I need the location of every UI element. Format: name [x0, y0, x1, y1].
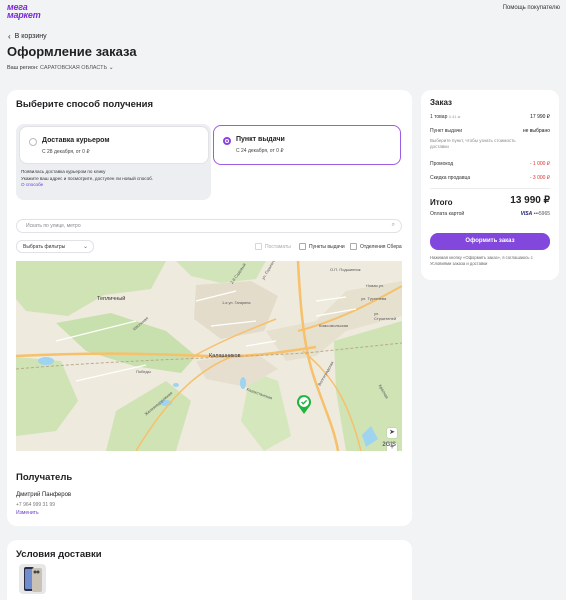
filter-select[interactable]: Выбрать фильтры ⌄	[16, 240, 94, 253]
map-label-teplichny: Тепличный	[97, 296, 126, 302]
visa-icon: VISA	[520, 211, 533, 217]
back-label: В корзину	[14, 33, 47, 40]
pickup-hint: Выберите пункт, чтобы узнать стоимость д…	[430, 138, 516, 149]
map-brand: 2GIS	[382, 442, 396, 448]
chevron-down-icon: ⌄	[108, 65, 114, 71]
option-pickup[interactable]: Пункт выдачи С 24 декабря, от 0 ₽	[213, 125, 401, 165]
items-value: 17 990 ₽	[530, 114, 550, 120]
legal-note: Нажимая кнопку «Оформить заказ», я согла…	[430, 255, 533, 266]
filter-pickup-points-label: Пункты выдачи	[309, 243, 345, 250]
filter-select-label: Выбрать фильтры	[23, 244, 66, 250]
search-icon[interactable]: ⌕	[392, 222, 395, 229]
card-number: •••5965	[533, 211, 550, 217]
checkbox-postamats[interactable]	[255, 243, 262, 250]
map-label-tulg: ул. Тургенева	[361, 296, 387, 301]
pickup-label: Пункт выдачи	[430, 128, 463, 134]
option-pickup-label: Пункт выдачи	[236, 136, 285, 143]
option-pickup-date: С 24 декабря, от 0 ₽	[236, 148, 284, 154]
total-label: Итого	[430, 198, 453, 207]
radio-courier[interactable]	[29, 138, 37, 146]
filter-sber-label: Отделения Сбера	[360, 243, 402, 250]
back-to-cart-link[interactable]: ‹ В корзину	[8, 32, 47, 41]
summary-divider	[430, 188, 550, 189]
notice-link[interactable]: О способе	[21, 182, 207, 189]
promo-value: - 1 000 ₽	[529, 161, 550, 167]
delivery-terms-card: Условия доставки	[7, 540, 412, 600]
recipient-name: Дмитрий Панферов	[16, 492, 72, 498]
order-summary-card: Заказ 1 товар 0.41 кг 17 990 ₽ Пункт выд…	[421, 90, 559, 280]
top-bar: мега маркет Помощь покупателю	[0, 0, 566, 22]
chevron-left-icon: ‹	[8, 32, 11, 41]
summary-title: Заказ	[430, 98, 452, 107]
summary-sale-row: Скидка продавца - 3 000 ₽	[430, 175, 550, 181]
items-label: 1 товар	[430, 114, 448, 120]
map-search-input[interactable]: Искать по улице, метро ⌕	[16, 219, 402, 233]
items-weight: 0.41 кг	[448, 114, 461, 119]
recipient-title: Получатель	[16, 472, 73, 483]
summary-promo-row: Промокод - 1 000 ₽	[430, 161, 550, 167]
chevron-down-icon: ⌄	[82, 244, 88, 250]
courier-notice: Появилась доставка курьером по клику Ука…	[21, 169, 207, 189]
payment-card[interactable]: VISA •••5965	[521, 211, 550, 217]
locate-icon[interactable]: ➤	[387, 428, 397, 438]
filter-pickup-points[interactable]: Пункты выдачи	[299, 243, 345, 250]
delivery-terms-title: Условия доставки	[16, 549, 102, 560]
option-courier[interactable]: Доставка курьером С 28 декабря, от 0 ₽	[19, 126, 209, 164]
place-order-button[interactable]: Оформить заказ	[430, 233, 550, 250]
sale-value: - 3 000 ₽	[529, 175, 550, 181]
search-placeholder: Искать по улице, метро	[26, 223, 81, 229]
phone-image	[24, 567, 42, 592]
map-label-gagarina: 1-я ул. Гагарина	[222, 301, 251, 305]
region-value: САРАТОВСКАЯ ОБЛАСТЬ	[40, 65, 108, 71]
checkbox-pickup-points[interactable]	[299, 243, 306, 250]
megamarket-logo[interactable]: мега маркет	[7, 3, 41, 20]
option-courier-date: С 28 декабря, от 0 ₽	[42, 149, 90, 155]
summary-items-row: 1 товар 0.41 кг 17 990 ₽	[430, 114, 550, 120]
logo-bottom: маркет	[7, 10, 41, 20]
help-link[interactable]: Помощь покупателю	[503, 5, 560, 11]
summary-pickup-row: Пункт выдачи не выбрано	[430, 128, 550, 134]
map-label-kalashnikov: Калашников	[209, 353, 241, 359]
filter-postamats-label: Постаматы	[265, 243, 291, 250]
pickup-map[interactable]: Тепличный Калашников 2-й Садовый ул. Гор…	[16, 261, 402, 451]
map-label-podg: О.П. Подшипник	[330, 267, 361, 272]
pickup-pin-icon[interactable]	[296, 395, 312, 415]
checkbox-sber[interactable]	[350, 243, 357, 250]
region-label: Ваш регион:	[7, 65, 39, 71]
map-label-nov: Новая ул.	[366, 283, 385, 288]
total-value: 13 990 ₽	[510, 195, 550, 206]
region-selector[interactable]: Ваш регион: САРАТОВСКАЯ ОБЛАСТЬ ⌄	[7, 64, 114, 71]
product-thumbnail[interactable]	[19, 564, 46, 594]
filter-postamats[interactable]: Постаматы	[255, 243, 291, 250]
promo-label: Промокод	[430, 161, 454, 167]
recipient-edit-link[interactable]: Изменить	[16, 510, 39, 516]
sale-label: Скидка продавца	[430, 175, 471, 181]
payment-label: Оплата картой	[430, 211, 465, 217]
delivery-title: Выберите способ получения	[16, 99, 154, 110]
option-courier-label: Доставка курьером	[42, 137, 110, 144]
filter-sber[interactable]: Отделения Сбера	[350, 243, 402, 250]
radio-pickup[interactable]	[223, 137, 231, 145]
map-label-kom: Комсомольская	[319, 323, 349, 328]
page-title: Оформление заказа	[7, 44, 137, 59]
recipient-phone: +7 964 999 31 99	[16, 502, 56, 508]
delivery-card: Выберите способ получения Доставка курье…	[7, 90, 412, 526]
map-label-pob: Победы	[136, 369, 151, 374]
map-label-str: ул. Строителей	[374, 311, 397, 321]
pickup-value: не выбрано	[522, 128, 550, 134]
